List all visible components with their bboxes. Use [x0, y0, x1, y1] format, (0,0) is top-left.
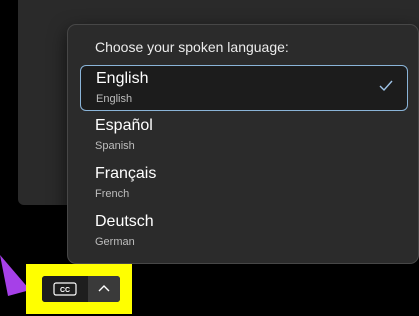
cc-label: CC — [60, 287, 70, 294]
option-native-label: English — [96, 70, 149, 87]
captions-icon: CC — [53, 282, 77, 296]
option-native-label: Français — [95, 165, 157, 182]
language-option-german[interactable]: Deutsch German — [80, 209, 408, 255]
language-option-english[interactable]: English English — [80, 65, 408, 111]
option-english-label: English — [96, 93, 133, 105]
expand-captions-button[interactable] — [88, 276, 120, 302]
option-english-label: Spanish — [95, 140, 135, 152]
caption-controls: CC — [42, 276, 120, 302]
menu-prompt: Choose your spoken language: — [95, 39, 289, 55]
checkmark-icon — [379, 80, 393, 92]
language-option-spanish[interactable]: Español Spanish — [80, 113, 408, 159]
language-option-french[interactable]: Français French — [80, 161, 408, 207]
captions-button[interactable]: CC — [42, 276, 88, 302]
option-native-label: Español — [95, 117, 153, 134]
option-native-label: Deutsch — [95, 213, 154, 230]
option-english-label: German — [95, 236, 135, 248]
option-english-label: French — [95, 188, 130, 200]
spoken-language-menu: Choose your spoken language: English Eng… — [67, 24, 419, 264]
chevron-up-icon — [98, 285, 110, 292]
